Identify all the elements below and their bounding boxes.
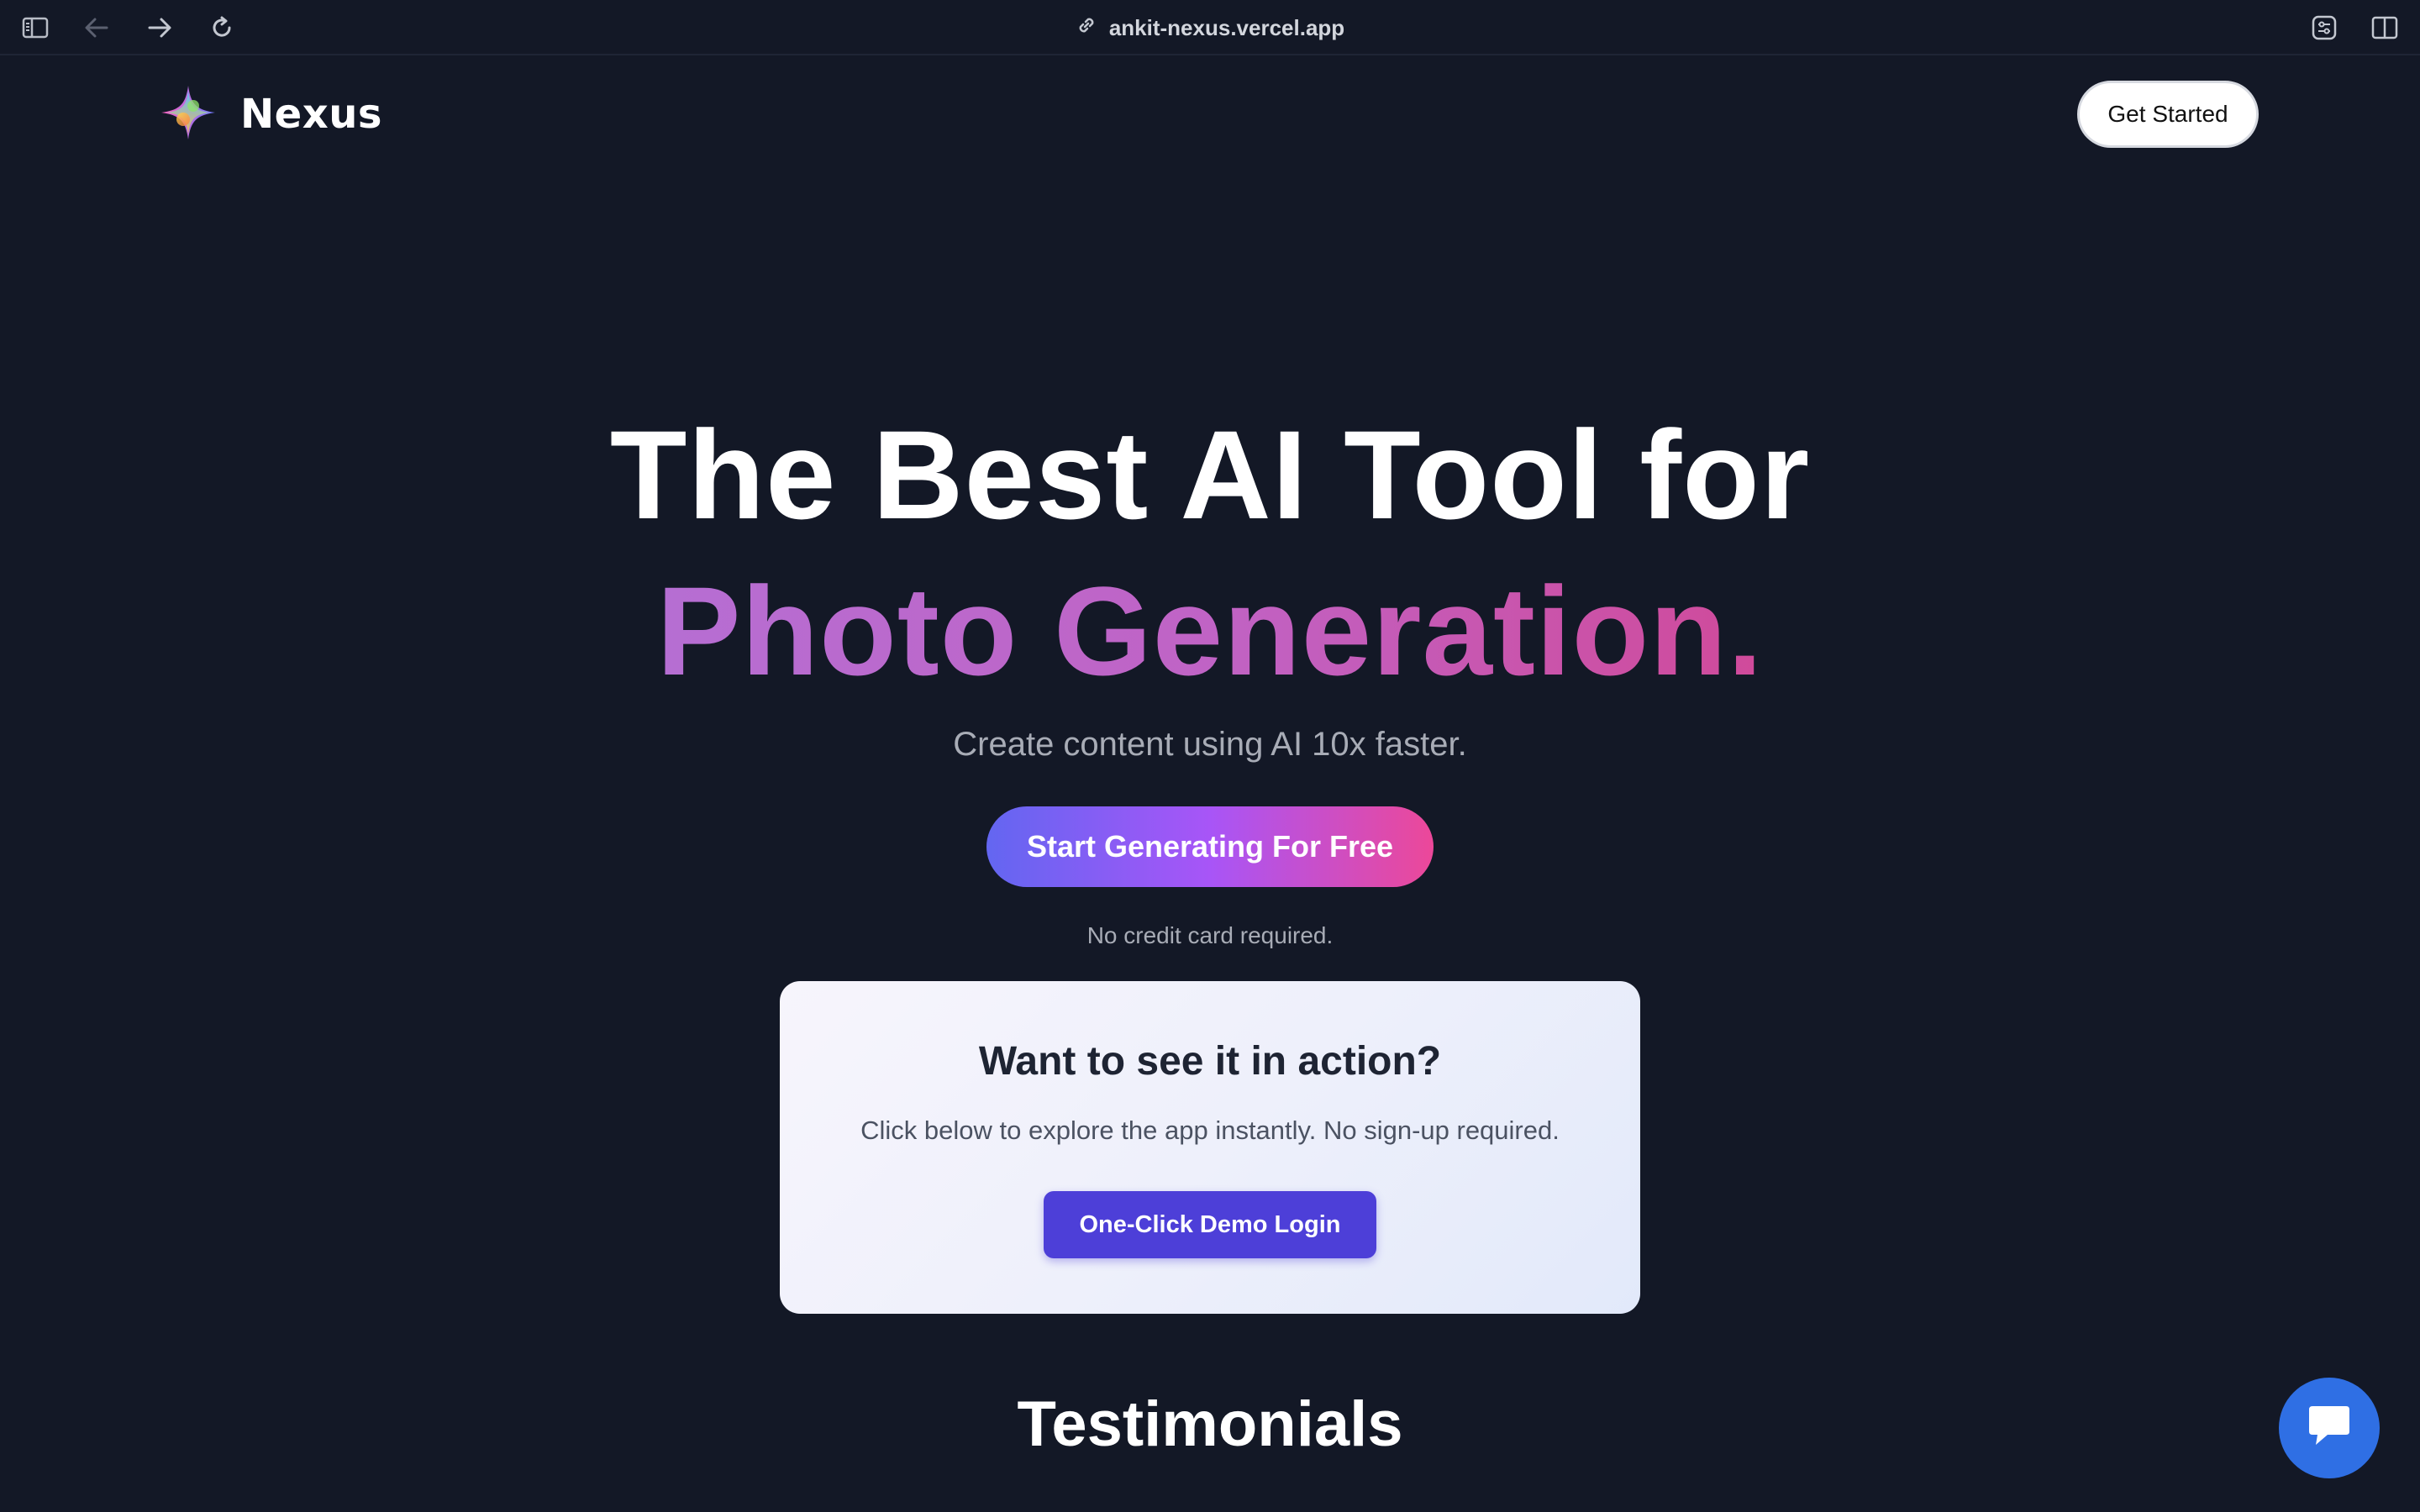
start-generating-button[interactable]: Start Generating For Free xyxy=(986,806,1434,887)
extension-icon[interactable] xyxy=(2307,11,2341,45)
demo-login-button[interactable]: One-Click Demo Login xyxy=(1044,1191,1376,1258)
link-icon xyxy=(1076,14,1097,42)
hero-subtitle: Create content using AI 10x faster. xyxy=(953,726,1467,763)
no-credit-card-note: No credit card required. xyxy=(1086,922,1334,948)
chat-widget-button[interactable] xyxy=(2279,1378,2380,1478)
reload-icon[interactable] xyxy=(205,11,239,45)
address-bar[interactable]: ankit-nexus.vercel.app xyxy=(1042,12,1378,44)
page: ankit-nexus.vercel.app Nexus Get Started… xyxy=(0,0,2420,1512)
testimonials-heading: Testimonials xyxy=(1017,1389,1403,1460)
arrow-left-icon[interactable] xyxy=(80,11,113,45)
demo-card-subtitle: Click below to explore the app instantly… xyxy=(860,1116,1560,1145)
split-view-icon[interactable] xyxy=(2368,11,2402,45)
demo-card-title: Want to see it in action? xyxy=(978,1039,1442,1084)
brand-logo[interactable]: Nexus xyxy=(158,84,382,144)
brand-name: Nexus xyxy=(240,91,382,138)
arrow-right-icon[interactable] xyxy=(143,11,176,45)
demo-card: Want to see it in action? Click below to… xyxy=(780,981,1640,1314)
browser-toolbar: ankit-nexus.vercel.app xyxy=(0,0,2420,55)
get-started-button[interactable]: Get Started xyxy=(2077,81,2259,148)
hero-title: The Best AI Tool for xyxy=(609,404,1811,545)
sparkle-logo-icon xyxy=(158,82,218,147)
chat-bubble-icon xyxy=(2304,1403,2354,1454)
sidebar-toggle-icon[interactable] xyxy=(18,11,52,45)
hero-title-gradient-text: Photo Generation. xyxy=(656,560,1764,701)
url-text: ankit-nexus.vercel.app xyxy=(1108,14,1345,40)
hero-title-highlight: Photo Generation. xyxy=(0,559,2420,702)
